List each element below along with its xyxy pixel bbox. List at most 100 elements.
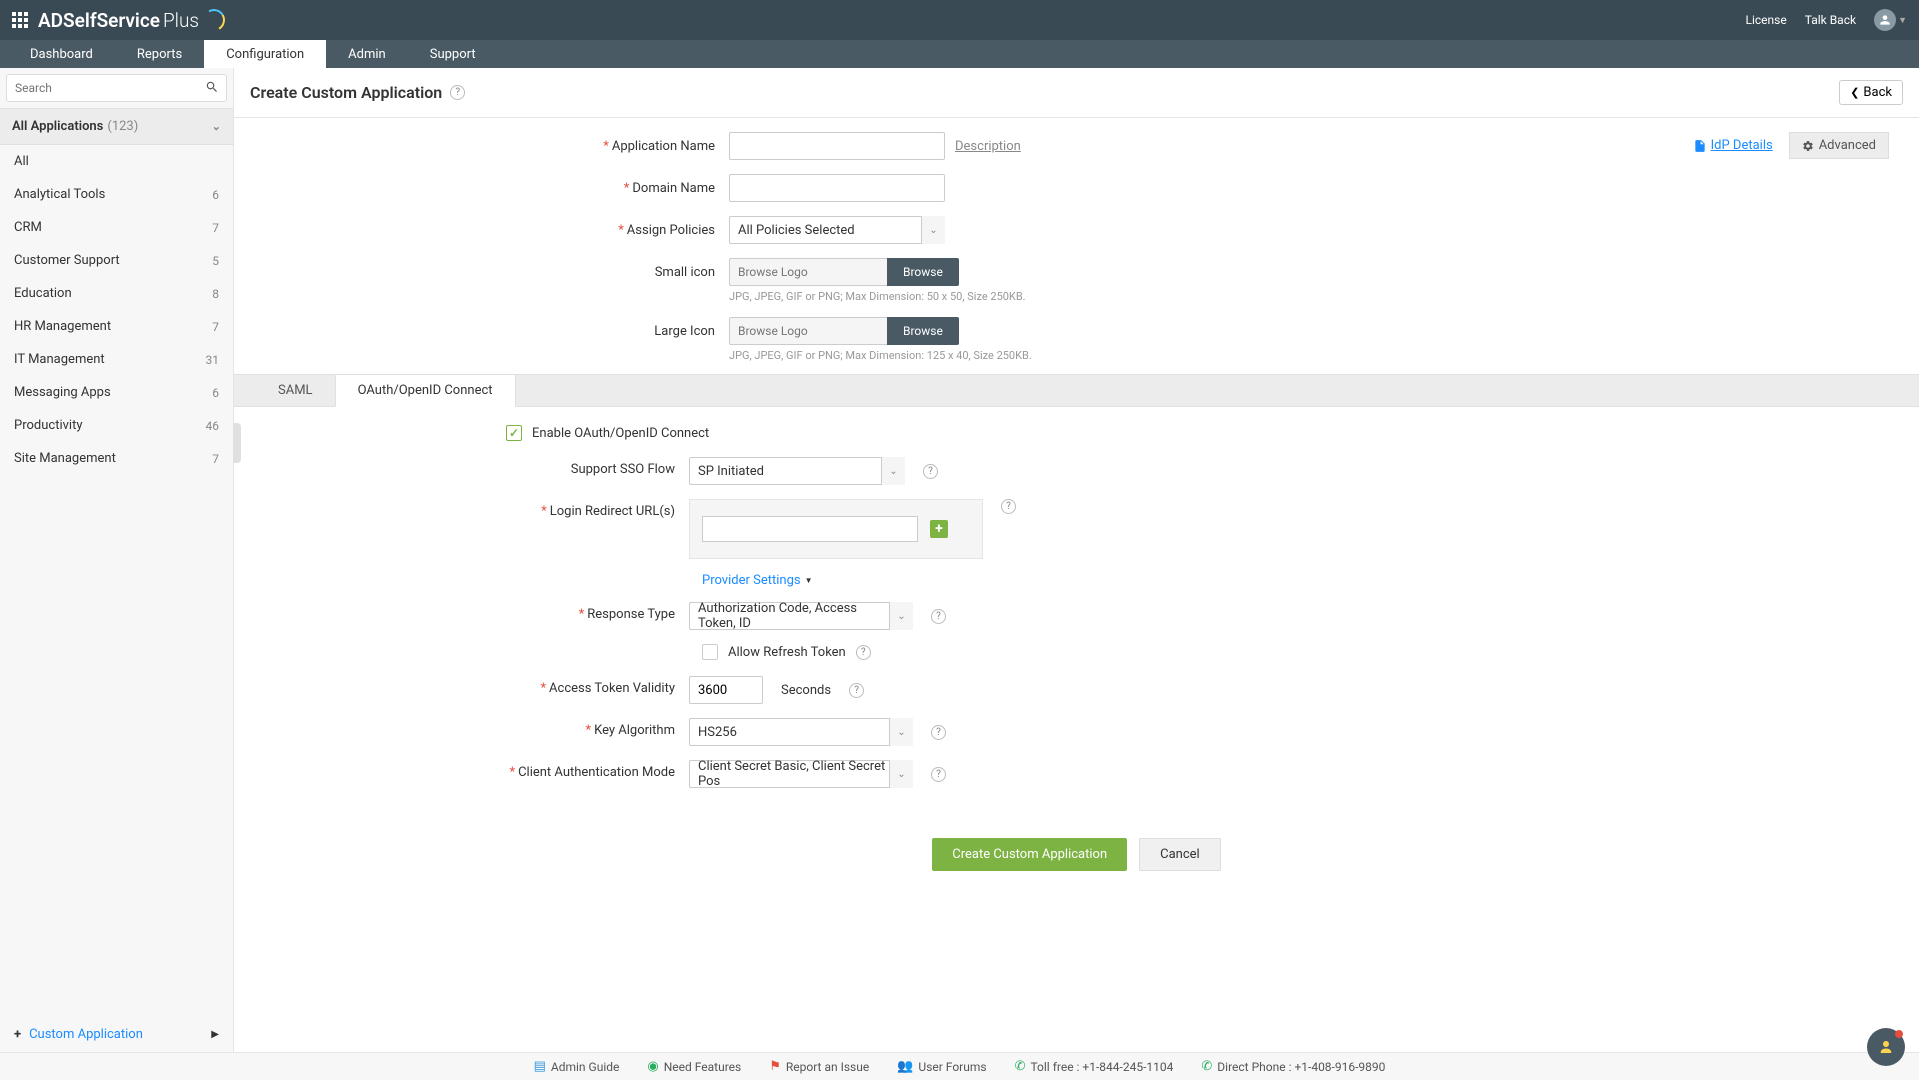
row-domain-name: *Domain Name	[234, 174, 1919, 202]
sidebar-item-count: 6	[212, 188, 219, 202]
provider-settings-toggle[interactable]: Provider Settings ▼	[702, 573, 1919, 588]
help-icon[interactable]: ?	[923, 464, 938, 479]
help-icon[interactable]: ?	[849, 683, 864, 698]
app-name-light: Plus	[163, 9, 199, 32]
provider-settings-label: Provider Settings	[702, 573, 801, 588]
sidebar-item-education[interactable]: Education8	[0, 277, 233, 310]
response-type-select[interactable]: Authorization Code, Access Token, ID ⌄	[689, 602, 913, 630]
response-type-label: Response Type	[587, 607, 675, 622]
refresh-token-checkbox[interactable]	[702, 644, 718, 660]
sidebar-item-site[interactable]: Site Management7	[0, 442, 233, 475]
tollfree-link[interactable]: ✆Toll free : +1-844-245-1104	[1015, 1059, 1174, 1074]
idp-details-link[interactable]: IdP Details	[1693, 138, 1773, 153]
help-icon[interactable]: ?	[931, 725, 946, 740]
sidebar-search-input[interactable]	[6, 74, 227, 102]
admin-guide-link[interactable]: ▤Admin Guide	[534, 1059, 620, 1074]
access-token-input[interactable]	[689, 676, 763, 704]
tab-reports[interactable]: Reports	[115, 40, 204, 68]
sidebar-item-hr[interactable]: HR Management7	[0, 310, 233, 343]
direct-phone-link[interactable]: ✆Direct Phone : +1-408-916-9890	[1201, 1059, 1385, 1074]
bottom-bar: ▤Admin Guide ◉Need Features ⚑Report an I…	[0, 1052, 1919, 1080]
sidebar-item-crm[interactable]: CRM7	[0, 211, 233, 244]
tab-admin[interactable]: Admin	[326, 40, 408, 68]
sidebar-item-count: 7	[212, 452, 219, 466]
triangle-down-icon: ▼	[805, 576, 813, 585]
report-issue-link[interactable]: ⚑Report an Issue	[769, 1059, 869, 1074]
custom-application-link[interactable]: + Custom Application ▶	[0, 1015, 233, 1054]
sidebar-item-messaging[interactable]: Messaging Apps6	[0, 376, 233, 409]
sidebar-item-all[interactable]: All	[0, 145, 233, 178]
sidebar-search	[6, 74, 227, 102]
assign-policies-value: All Policies Selected	[729, 216, 945, 244]
chat-bubble[interactable]	[1867, 1028, 1905, 1066]
admin-guide-label: Admin Guide	[551, 1060, 619, 1074]
enable-oauth-checkbox[interactable]	[506, 425, 522, 441]
document-icon	[1693, 139, 1707, 153]
row-app-name: *Application Name Description	[234, 132, 1919, 160]
help-icon[interactable]: ?	[1001, 499, 1016, 514]
content: Create Custom Application ? ❮ Back IdP D…	[234, 68, 1919, 1054]
create-button[interactable]: Create Custom Application	[932, 838, 1127, 871]
large-icon-hint: JPG, JPEG, GIF or PNG; Max Dimension: 12…	[729, 349, 1919, 362]
tab-dashboard[interactable]: Dashboard	[8, 40, 115, 68]
app-grid-icon[interactable]	[12, 12, 28, 28]
sidebar: All Applications (123) ⌄ All Analytical …	[0, 68, 234, 1054]
add-redirect-button[interactable]: +	[930, 520, 948, 538]
assign-policies-label: Assign Policies	[627, 223, 715, 238]
small-icon-hint: JPG, JPEG, GIF or PNG; Max Dimension: 50…	[729, 290, 1919, 303]
row-small-icon: Small icon Browse	[234, 258, 1919, 286]
license-link[interactable]: License	[1745, 13, 1786, 27]
domain-name-input[interactable]	[729, 174, 945, 202]
sidebar-item-customer-support[interactable]: Customer Support5	[0, 244, 233, 277]
oauth-tab-content: Enable OAuth/OpenID Connect Support SSO …	[234, 407, 1919, 820]
caret-down-icon: ▼	[1898, 15, 1907, 26]
client-auth-value: Client Secret Basic, Client Secret Pos	[689, 760, 913, 788]
help-icon[interactable]: ?	[856, 645, 871, 660]
sidebar-item-it[interactable]: IT Management31	[0, 343, 233, 376]
user-forums-link[interactable]: 👥User Forums	[897, 1059, 986, 1074]
protocol-tabs: SAML OAuth/OpenID Connect Enable OAuth/O…	[234, 374, 1919, 820]
back-button[interactable]: ❮ Back	[1839, 80, 1903, 105]
sidebar-item-label: Productivity	[14, 418, 82, 433]
tab-oauth[interactable]: OAuth/OpenID Connect	[335, 374, 516, 407]
help-icon[interactable]: ?	[931, 767, 946, 782]
sidebar-header[interactable]: All Applications (123) ⌄	[0, 108, 233, 145]
help-icon[interactable]: ?	[931, 609, 946, 624]
sidebar-list: All Analytical Tools6 CRM7 Customer Supp…	[0, 145, 233, 1015]
search-icon[interactable]	[205, 80, 219, 98]
login-redirect-input[interactable]	[702, 516, 918, 542]
advanced-label: Advanced	[1819, 138, 1876, 153]
report-issue-label: Report an Issue	[786, 1060, 869, 1074]
page-title: Create Custom Application	[250, 83, 442, 102]
small-icon-input	[729, 258, 887, 286]
tab-configuration[interactable]: Configuration	[204, 40, 326, 68]
tab-support[interactable]: Support	[408, 40, 498, 68]
access-token-label: Access Token Validity	[549, 681, 675, 696]
app-name-input[interactable]	[729, 132, 945, 160]
client-auth-select[interactable]: Client Secret Basic, Client Secret Pos ⌄	[689, 760, 913, 788]
large-icon-label: Large Icon	[654, 324, 715, 339]
sidebar-item-productivity[interactable]: Productivity46	[0, 409, 233, 442]
help-icon[interactable]: ?	[450, 85, 465, 100]
need-features-label: Need Features	[664, 1060, 741, 1074]
key-algo-select[interactable]: HS256 ⌄	[689, 718, 913, 746]
talkback-link[interactable]: Talk Back	[1805, 13, 1856, 27]
need-features-link[interactable]: ◉Need Features	[647, 1059, 741, 1074]
large-icon-browse-button[interactable]: Browse	[887, 317, 959, 345]
sidebar-item-count: 31	[206, 353, 220, 367]
seconds-label: Seconds	[781, 683, 831, 698]
user-menu[interactable]: ▼	[1874, 9, 1907, 31]
top-header: ADSelfService Plus License Talk Back ▼	[0, 0, 1919, 40]
assign-policies-select[interactable]: All Policies Selected ⌄	[729, 216, 945, 244]
response-type-value: Authorization Code, Access Token, ID	[689, 602, 913, 630]
sidebar-item-analytical[interactable]: Analytical Tools6	[0, 178, 233, 211]
tab-saml[interactable]: SAML	[256, 375, 335, 406]
sso-flow-select[interactable]: SP Initiated ⌄	[689, 457, 905, 485]
advanced-button[interactable]: Advanced	[1789, 132, 1889, 159]
description-link[interactable]: Description	[955, 139, 1021, 154]
top-actions: IdP Details Advanced	[1693, 132, 1889, 159]
cancel-button[interactable]: Cancel	[1139, 838, 1221, 871]
app-name-label: Application Name	[612, 139, 715, 154]
small-icon-browse-button[interactable]: Browse	[887, 258, 959, 286]
row-assign-policies: *Assign Policies All Policies Selected ⌄	[234, 216, 1919, 244]
